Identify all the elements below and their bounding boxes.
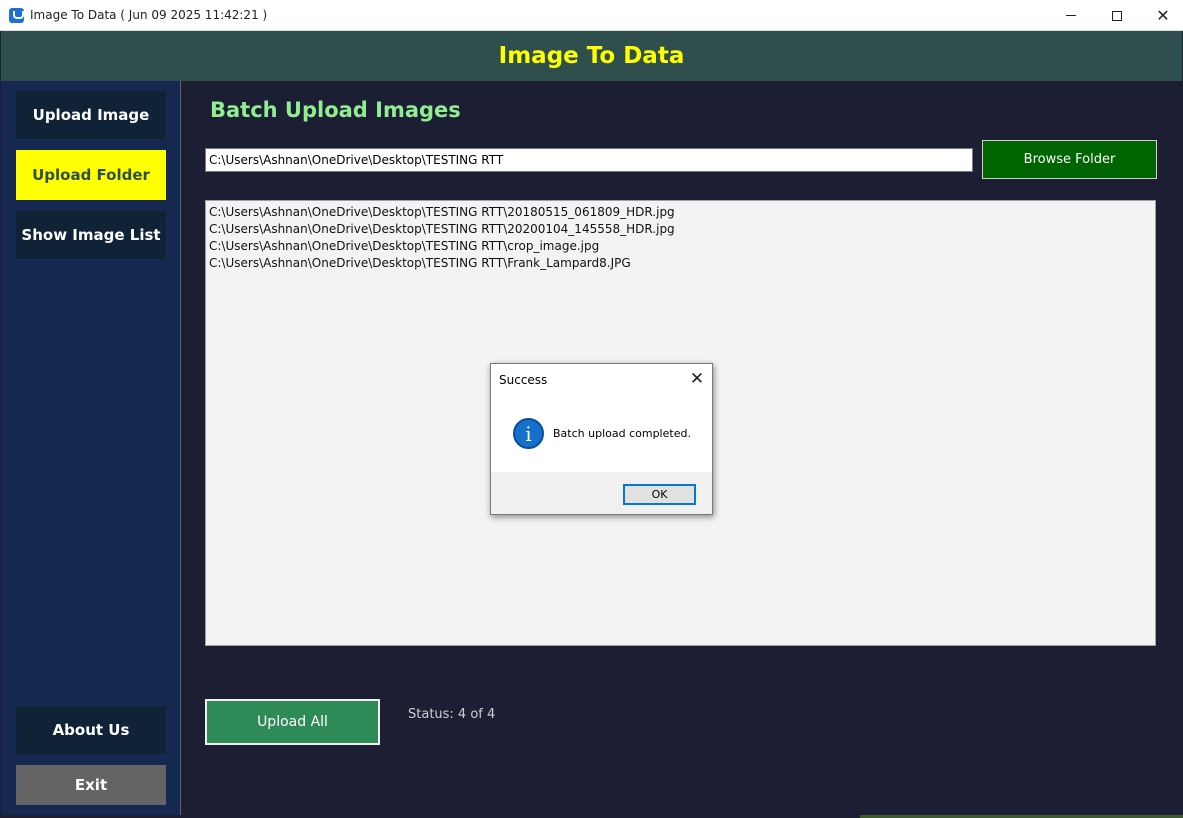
list-item[interactable]: C:\Users\Ashnan\OneDrive\Desktop\TESTING…	[209, 221, 1152, 238]
dialog-close-button[interactable]: ✕	[686, 369, 708, 389]
success-dialog: Success ✕ i Batch upload completed. OK	[490, 363, 713, 515]
page-title: Batch Upload Images	[210, 98, 461, 122]
ok-button[interactable]: OK	[623, 484, 696, 505]
close-icon: ✕	[1156, 6, 1170, 25]
close-icon: ✕	[689, 369, 705, 389]
upload-all-button[interactable]: Upload All	[205, 699, 380, 745]
about-us-button[interactable]: About Us	[16, 706, 166, 754]
minimize-icon	[1066, 15, 1076, 16]
info-icon: i	[513, 418, 544, 449]
folder-path-input[interactable]	[205, 148, 973, 172]
sidebar: Upload Image Upload Folder Show Image Li…	[1, 81, 181, 815]
show-image-list-button[interactable]: Show Image List	[16, 211, 166, 259]
maximize-icon	[1112, 10, 1122, 21]
maximize-button[interactable]	[1094, 0, 1140, 31]
exit-button[interactable]: Exit	[16, 765, 166, 805]
minimize-button[interactable]	[1048, 0, 1094, 31]
list-item[interactable]: C:\Users\Ashnan\OneDrive\Desktop\TESTING…	[209, 204, 1152, 221]
dialog-message: Batch upload completed.	[553, 427, 691, 440]
app-icon	[9, 8, 24, 23]
status-text: Status: 4 of 4	[408, 707, 496, 722]
upload-folder-button[interactable]: Upload Folder	[16, 150, 166, 200]
list-item[interactable]: C:\Users\Ashnan\OneDrive\Desktop\TESTING…	[209, 238, 1152, 255]
close-window-button[interactable]: ✕	[1140, 0, 1183, 31]
app-heading: Image To Data	[498, 43, 685, 69]
upload-image-button[interactable]: Upload Image	[16, 91, 166, 139]
header-banner: Image To Data	[1, 31, 1182, 81]
list-item[interactable]: C:\Users\Ashnan\OneDrive\Desktop\TESTING…	[209, 255, 1152, 272]
dialog-title: Success	[499, 373, 548, 387]
window-titlebar[interactable]: Image To Data ( Jun 09 2025 11:42:21 ) ✕	[0, 0, 1183, 31]
browse-folder-button[interactable]: Browse Folder	[982, 140, 1157, 179]
window-title: Image To Data ( Jun 09 2025 11:42:21 )	[30, 8, 268, 22]
